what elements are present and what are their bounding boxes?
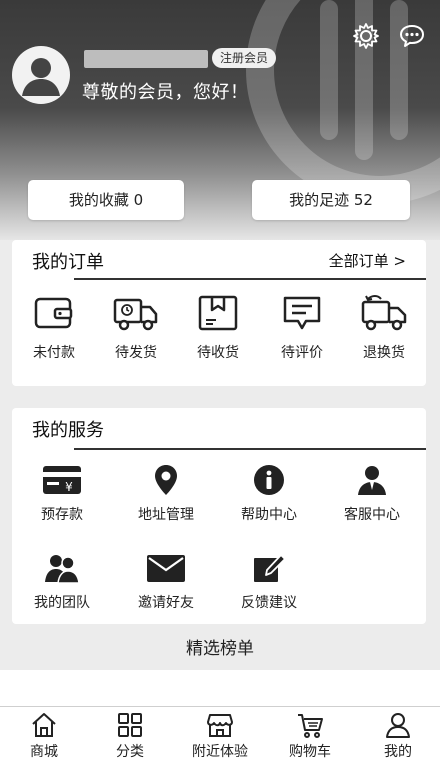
tab-category[interactable]: 分类 bbox=[86, 711, 174, 761]
service-label: 帮助中心 bbox=[241, 507, 297, 523]
box-icon bbox=[198, 295, 238, 331]
order-label: 待收货 bbox=[197, 345, 239, 361]
truck-icon bbox=[113, 298, 158, 331]
order-to-ship[interactable]: 待发货 bbox=[96, 294, 176, 362]
ranking-title[interactable]: 精选榜单 bbox=[0, 634, 440, 659]
favorites-button[interactable]: 我的收藏 0 bbox=[28, 180, 184, 220]
orders-card: 我的订单 全部订单 > 未付款 待发货 待收货 待评价 退换货 bbox=[12, 240, 426, 386]
service-invite[interactable]: 邀请好友 bbox=[116, 552, 216, 612]
greeting-text: 尊敬的会员，您好！ bbox=[82, 82, 249, 103]
avatar[interactable] bbox=[12, 46, 70, 104]
member-badge: 注册会员 bbox=[212, 48, 277, 68]
tab-label: 我的 bbox=[384, 744, 412, 760]
service-team[interactable]: 我的团队 bbox=[12, 552, 112, 612]
order-label: 待评价 bbox=[281, 345, 323, 361]
tab-label: 分类 bbox=[116, 744, 144, 760]
card-icon: ¥ bbox=[43, 466, 81, 494]
bottom-tab-bar: 商城 分类 附近体验 购物车 我的 bbox=[0, 706, 440, 769]
agent-icon bbox=[358, 466, 386, 495]
store-icon bbox=[207, 714, 233, 737]
all-orders-link[interactable]: 全部订单 > bbox=[329, 250, 406, 271]
location-icon bbox=[155, 465, 177, 495]
edit-icon bbox=[254, 554, 286, 582]
username-redacted bbox=[84, 50, 208, 68]
service-label: 预存款 bbox=[41, 507, 83, 523]
tab-cart[interactable]: 购物车 bbox=[266, 711, 354, 761]
tab-mine[interactable]: 我的 bbox=[354, 711, 440, 761]
service-feedback[interactable]: 反馈建议 bbox=[219, 552, 319, 612]
orders-title: 我的订单 bbox=[32, 252, 104, 273]
order-unpaid[interactable]: 未付款 bbox=[14, 294, 94, 362]
tab-label: 附近体验 bbox=[192, 744, 248, 760]
tab-nearby[interactable]: 附近体验 bbox=[176, 711, 264, 761]
service-label: 邀请好友 bbox=[138, 595, 194, 611]
settings-icon[interactable] bbox=[352, 22, 380, 50]
service-label: 地址管理 bbox=[138, 507, 194, 523]
home-icon bbox=[32, 713, 56, 737]
service-deposit[interactable]: ¥ 预存款 bbox=[12, 464, 112, 524]
order-label: 退换货 bbox=[363, 345, 405, 361]
avatar-icon bbox=[22, 58, 60, 96]
user-icon bbox=[386, 713, 410, 738]
tab-label: 购物车 bbox=[289, 744, 331, 760]
message-icon[interactable] bbox=[398, 22, 426, 50]
service-address[interactable]: 地址管理 bbox=[116, 464, 216, 524]
tab-home[interactable]: 商城 bbox=[0, 711, 88, 761]
order-return[interactable]: 退换货 bbox=[344, 294, 424, 362]
service-customer-support[interactable]: 客服中心 bbox=[322, 464, 422, 524]
service-label: 客服中心 bbox=[344, 507, 400, 523]
svg-text:¥: ¥ bbox=[65, 480, 73, 494]
order-to-review[interactable]: 待评价 bbox=[262, 294, 342, 362]
service-help[interactable]: 帮助中心 bbox=[219, 464, 319, 524]
team-icon bbox=[45, 555, 80, 584]
order-label: 未付款 bbox=[33, 345, 75, 361]
divider bbox=[74, 278, 426, 280]
content-area bbox=[0, 670, 440, 706]
services-title: 我的服务 bbox=[32, 420, 104, 441]
comment-icon bbox=[283, 296, 321, 330]
return-truck-icon bbox=[361, 295, 407, 331]
wallet-icon bbox=[34, 297, 73, 329]
cart-icon bbox=[298, 714, 323, 738]
grid-icon bbox=[118, 713, 142, 737]
order-to-receive[interactable]: 待收货 bbox=[178, 294, 258, 362]
divider bbox=[74, 448, 426, 450]
info-icon bbox=[254, 465, 284, 495]
services-card: 我的服务 ¥ 预存款 地址管理 帮助中心 客服中心 我的团队 邀请好友 反馈建议 bbox=[12, 408, 426, 624]
mail-icon bbox=[147, 555, 185, 582]
order-label: 待发货 bbox=[115, 345, 157, 361]
service-label: 反馈建议 bbox=[241, 595, 297, 611]
footprints-button[interactable]: 我的足迹 52 bbox=[252, 180, 410, 220]
tab-label: 商城 bbox=[30, 744, 58, 760]
service-label: 我的团队 bbox=[34, 595, 90, 611]
